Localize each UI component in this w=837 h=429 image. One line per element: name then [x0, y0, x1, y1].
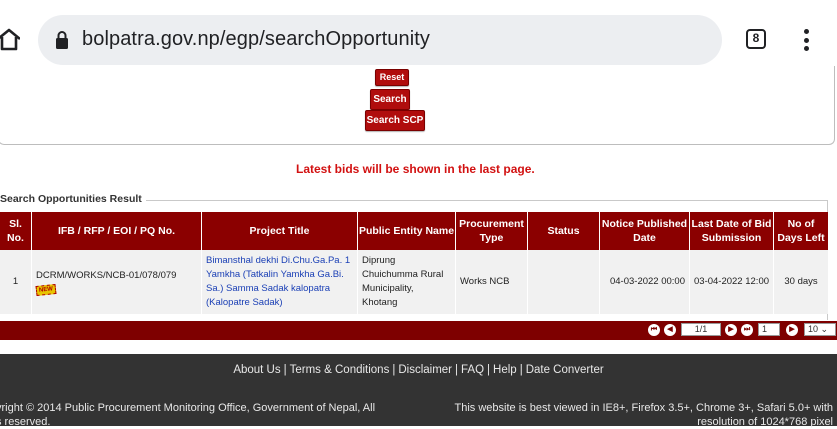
first-page-icon[interactable]: ⏮ — [648, 324, 660, 336]
best-viewed-line-1: This website is best viewed in IE8+, Fir… — [454, 402, 833, 414]
header-sl-no[interactable]: Sl. No. — [0, 212, 32, 250]
prev-page-icon[interactable]: ◀ — [664, 324, 676, 336]
best-viewed-line-2: resolution of 1024*768 pixel — [697, 416, 833, 428]
results-legend: Search Opportunities Result — [0, 193, 146, 205]
footer-separator: | — [283, 364, 287, 376]
tab-switcher-button[interactable]: 8 — [746, 29, 766, 49]
next-page-icon[interactable]: ▶ — [725, 324, 737, 336]
footer-link-date-converter[interactable]: Date Converter — [526, 364, 604, 376]
ifb-number: DCRM/WORKS/NCB-01/078/079 — [36, 270, 177, 281]
page-size-value: 10 — [808, 324, 819, 334]
cell-last-date: 03-04-2022 12:00 — [690, 250, 774, 314]
cell-public-entity: Diprung Chuichumma Rural Municipality, K… — [358, 250, 456, 314]
footer-link-terms[interactable]: Terms & Conditions — [290, 364, 390, 376]
cell-days-left: 30 days — [774, 250, 828, 314]
header-status[interactable]: Status — [528, 212, 600, 250]
header-last-date[interactable]: Last Date of Bid Submission — [690, 212, 774, 250]
url-text[interactable]: bolpatra.gov.np/egp/searchOpportunity — [82, 28, 430, 51]
footer-links: About Us | Terms & Conditions | Disclaimer | F… — [0, 364, 837, 376]
footer-link-about[interactable]: About Us — [233, 364, 280, 376]
reset-button[interactable]: Reset — [375, 69, 409, 86]
header-ifb-no[interactable]: IFB / RFP / EOI / PQ No. — [32, 212, 202, 250]
lock-icon[interactable] — [54, 30, 70, 50]
header-procurement-type[interactable]: Procurement Type — [456, 212, 528, 250]
copyright-text: yright © 2014 Public Procurement Monitor… — [0, 401, 375, 429]
footer-separator: | — [455, 364, 459, 376]
chevron-down-icon: ⌄ — [820, 324, 829, 334]
footer-link-help[interactable]: Help — [493, 364, 517, 376]
cell-sl-no: 1 — [0, 250, 32, 314]
new-badge-icon: NEW — [35, 283, 57, 297]
footer-separator: | — [519, 364, 523, 376]
go-page-icon[interactable]: ▶ — [786, 324, 798, 336]
footer-link-disclaimer[interactable]: Disclaimer — [398, 364, 452, 376]
cell-status — [528, 250, 600, 314]
cell-notice-published: 04-03-2022 00:00 — [600, 250, 690, 314]
page-size-select[interactable]: 10 ⌄ — [804, 323, 836, 336]
header-days-left[interactable]: No of Days Left — [774, 212, 828, 250]
latest-bids-notice: Latest bids will be shown in the last pa… — [296, 162, 535, 176]
page-number-input[interactable]: 1 — [758, 323, 780, 336]
header-project-title[interactable]: Project Title — [202, 212, 358, 250]
search-scp-button[interactable]: Search SCP — [365, 110, 425, 131]
home-icon[interactable] — [0, 27, 20, 51]
copyright-line-2: s reserved. — [0, 416, 51, 428]
best-viewed-text: This website is best viewed in IE8+, Fir… — [450, 401, 833, 429]
header-public-entity[interactable]: Public Entity Name — [358, 212, 456, 250]
cell-ifb-no: DCRM/WORKS/NCB-01/078/079 NEW — [32, 250, 202, 314]
copyright-line-1: yright © 2014 Public Procurement Monitor… — [0, 402, 376, 414]
page-indicator: 1/1 — [681, 323, 721, 336]
search-button[interactable]: Search — [370, 89, 410, 110]
footer-separator: | — [392, 364, 396, 376]
last-page-icon[interactable]: ⏭ — [741, 324, 753, 336]
search-form-panel — [0, 66, 835, 145]
footer-link-faq[interactable]: FAQ — [461, 364, 484, 376]
more-options-icon[interactable] — [801, 29, 811, 51]
footer-separator: | — [487, 364, 491, 376]
cell-procurement-type: Works NCB — [456, 250, 528, 314]
cell-project-title-link[interactable]: Bimansthal dekhi Di.Chu.Ga.Pa. 1 Yamkha … — [202, 250, 358, 314]
header-notice-published[interactable]: Notice Published Date — [600, 212, 690, 250]
